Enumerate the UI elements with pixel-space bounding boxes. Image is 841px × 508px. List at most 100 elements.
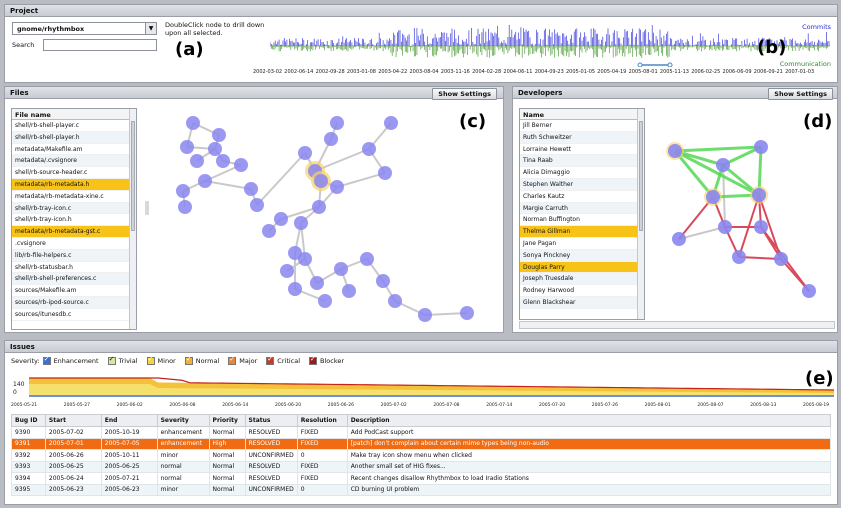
file-list-row[interactable]: .cvsignore xyxy=(12,238,136,250)
developer-list-row[interactable]: Sonya Pinckney xyxy=(520,249,644,262)
severity-checkbox[interactable] xyxy=(228,355,237,365)
developer-list-row[interactable]: Norman Buffington xyxy=(520,214,644,227)
file-list-row[interactable]: shell/rb-shell-player.c xyxy=(12,120,136,132)
developer-list-row[interactable]: Jill Berner xyxy=(520,120,644,132)
issues-column-header[interactable]: End xyxy=(100,414,158,427)
issue-cell: enhancement xyxy=(156,437,210,450)
developer-list-row[interactable]: Tina Raab xyxy=(520,155,644,168)
developer-list-row[interactable]: Alicia Dimaggio xyxy=(520,167,644,179)
issue-cell: 2005-07-21 xyxy=(100,472,158,485)
developer-list-row[interactable]: Margie Carruth xyxy=(520,202,644,215)
issue-cell: minor xyxy=(156,483,210,496)
file-node xyxy=(324,132,338,146)
issues-column-header[interactable]: Status xyxy=(244,414,298,427)
issue-row[interactable]: 9395 2005-06-23 2005-06-23 minor Normal UNCON… xyxy=(11,483,832,496)
developer-edge xyxy=(678,226,726,240)
file-list-row[interactable]: shell/rb-tray-icon.h xyxy=(12,214,136,227)
issue-cell: Normal xyxy=(208,426,246,439)
developer-list-row[interactable]: Lorraine Hewett xyxy=(520,144,644,156)
issue-cell: FIXED xyxy=(296,460,348,473)
severity-checkbox[interactable] xyxy=(309,355,318,365)
file-list-header[interactable]: File name xyxy=(12,109,136,120)
issue-cell: UNCONFIRMED xyxy=(244,449,298,462)
issue-x-tick: 2005-06-14 xyxy=(222,403,249,408)
severity-filter: Severity: Enhancement Trivial Minor Normal M… xyxy=(11,355,350,365)
severity-checkbox-label: Blocker xyxy=(320,357,345,365)
issues-column-header[interactable]: Start xyxy=(44,414,102,427)
developer-list-row[interactable]: Douglas Parry xyxy=(520,261,644,274)
developer-node xyxy=(718,220,732,234)
file-list-row[interactable]: shell/rb-tray-icon.c xyxy=(12,202,136,215)
search-input[interactable] xyxy=(43,39,157,51)
file-list-row[interactable]: metadata/rb-metadata-xine.c xyxy=(12,191,136,203)
file-list-row[interactable]: lib/rb-file-helpers.c xyxy=(12,249,136,262)
file-list-row[interactable]: metadata/rb-metadata.h xyxy=(12,178,136,191)
issue-cell: minor xyxy=(156,449,210,462)
issues-column-header[interactable]: Bug ID xyxy=(11,414,46,427)
issue-cell: 2005-10-19 xyxy=(100,426,158,439)
severity-checkbox[interactable] xyxy=(42,355,51,365)
severity-checkbox[interactable] xyxy=(184,355,193,365)
severity-label: Severity: xyxy=(11,357,40,365)
file-node xyxy=(362,142,376,156)
issues-column-header[interactable]: Description xyxy=(346,414,832,427)
issue-cell: Normal xyxy=(208,449,246,462)
file-node xyxy=(298,146,312,160)
developer-list-row[interactable]: Charles Kautz xyxy=(520,191,644,203)
file-list-row[interactable]: sources/rb-ipod-source.c xyxy=(12,296,136,309)
developers-panel: Developers Show Settings Name Jill Berne… xyxy=(512,86,838,333)
issue-cell: 0 xyxy=(296,449,348,462)
developer-list-row[interactable]: Joseph Truesdale xyxy=(520,273,644,286)
issue-cell: Normal xyxy=(208,460,246,473)
issues-column-header[interactable]: Resolution xyxy=(296,414,348,427)
severity-checkbox[interactable] xyxy=(107,355,116,365)
issue-row[interactable]: 9392 2005-06-26 2005-10-11 minor Normal UNCON… xyxy=(11,449,832,462)
issue-row[interactable]: 9391 2005-07-01 2005-07-05 enhancement High R… xyxy=(11,437,832,450)
developer-list-row[interactable]: Glenn Blackshear xyxy=(520,296,644,309)
issue-area-chart[interactable]: 1400 xyxy=(5,371,839,405)
file-list-row[interactable]: shell/rb-shell-player.h xyxy=(12,131,136,144)
file-list-row[interactable]: sources/Makefile.am xyxy=(12,285,136,297)
issue-x-tick: 2005-08-07 xyxy=(697,403,724,408)
issue-row[interactable]: 9394 2005-06-24 2005-07-21 normal Normal RESO… xyxy=(11,472,832,485)
file-list-row[interactable]: metadata/rb-metadata-gst.c xyxy=(12,226,136,238)
file-list-scrollbar[interactable] xyxy=(129,109,136,329)
issue-row[interactable]: 9393 2005-06-25 2005-06-25 normal Normal RESO… xyxy=(11,460,832,473)
issue-cell: UNCONFIRMED xyxy=(244,483,298,496)
developer-list-header[interactable]: Name xyxy=(520,109,644,120)
file-node xyxy=(378,166,392,180)
developer-graph[interactable] xyxy=(653,101,835,321)
developer-list-row[interactable]: Rodney Harwood xyxy=(520,285,644,297)
file-list-row[interactable]: metadata/.cvsignore xyxy=(12,155,136,168)
chevron-down-icon[interactable]: ▼ xyxy=(145,23,156,34)
file-list-row[interactable]: shell/rb-shell-preferences.c xyxy=(12,273,136,286)
issue-x-tick: 2005-07-08 xyxy=(433,403,460,408)
developer-list-row[interactable]: Stephen Walther xyxy=(520,178,644,191)
file-list-row[interactable]: sources/itunesdb.c xyxy=(12,309,136,321)
developer-list-row[interactable]: Jane Pagan xyxy=(520,238,644,250)
issue-row[interactable]: 9390 2005-07-02 2005-10-19 enhancement Norma… xyxy=(11,426,832,439)
file-node xyxy=(342,284,356,298)
developer-list-row[interactable]: Ruth Schweitzer xyxy=(520,131,644,144)
developers-settings-button[interactable]: Show Settings xyxy=(768,88,833,100)
issues-column-header[interactable]: Severity xyxy=(156,414,210,427)
file-node xyxy=(376,274,390,288)
file-list-row[interactable]: metadata/Makefile.am xyxy=(12,144,136,156)
developer-list-scrollbar[interactable] xyxy=(637,109,644,319)
repo-select[interactable]: gnome/rhythmbox ▼ xyxy=(12,22,157,35)
file-list-row[interactable]: shell/rb-statusbar.h xyxy=(12,262,136,274)
severity-checkbox[interactable] xyxy=(266,355,275,365)
issues-title: Issues xyxy=(5,341,837,353)
timeline-chart[interactable] xyxy=(270,25,830,67)
timeline-tick: 2005-08-01 xyxy=(628,69,658,75)
developer-hscrollbar[interactable] xyxy=(519,321,835,329)
severity-checkbox[interactable] xyxy=(146,355,155,365)
issues-column-header[interactable]: Priority xyxy=(208,414,246,427)
file-graph[interactable] xyxy=(145,101,500,331)
file-list-row[interactable]: shell/rb-source-header.c xyxy=(12,167,136,179)
file-node xyxy=(288,282,302,296)
files-settings-button[interactable]: Show Settings xyxy=(432,88,497,100)
file-node xyxy=(176,184,190,198)
developer-list-row[interactable]: Thelma Gillman xyxy=(520,226,644,238)
file-node xyxy=(178,200,192,214)
